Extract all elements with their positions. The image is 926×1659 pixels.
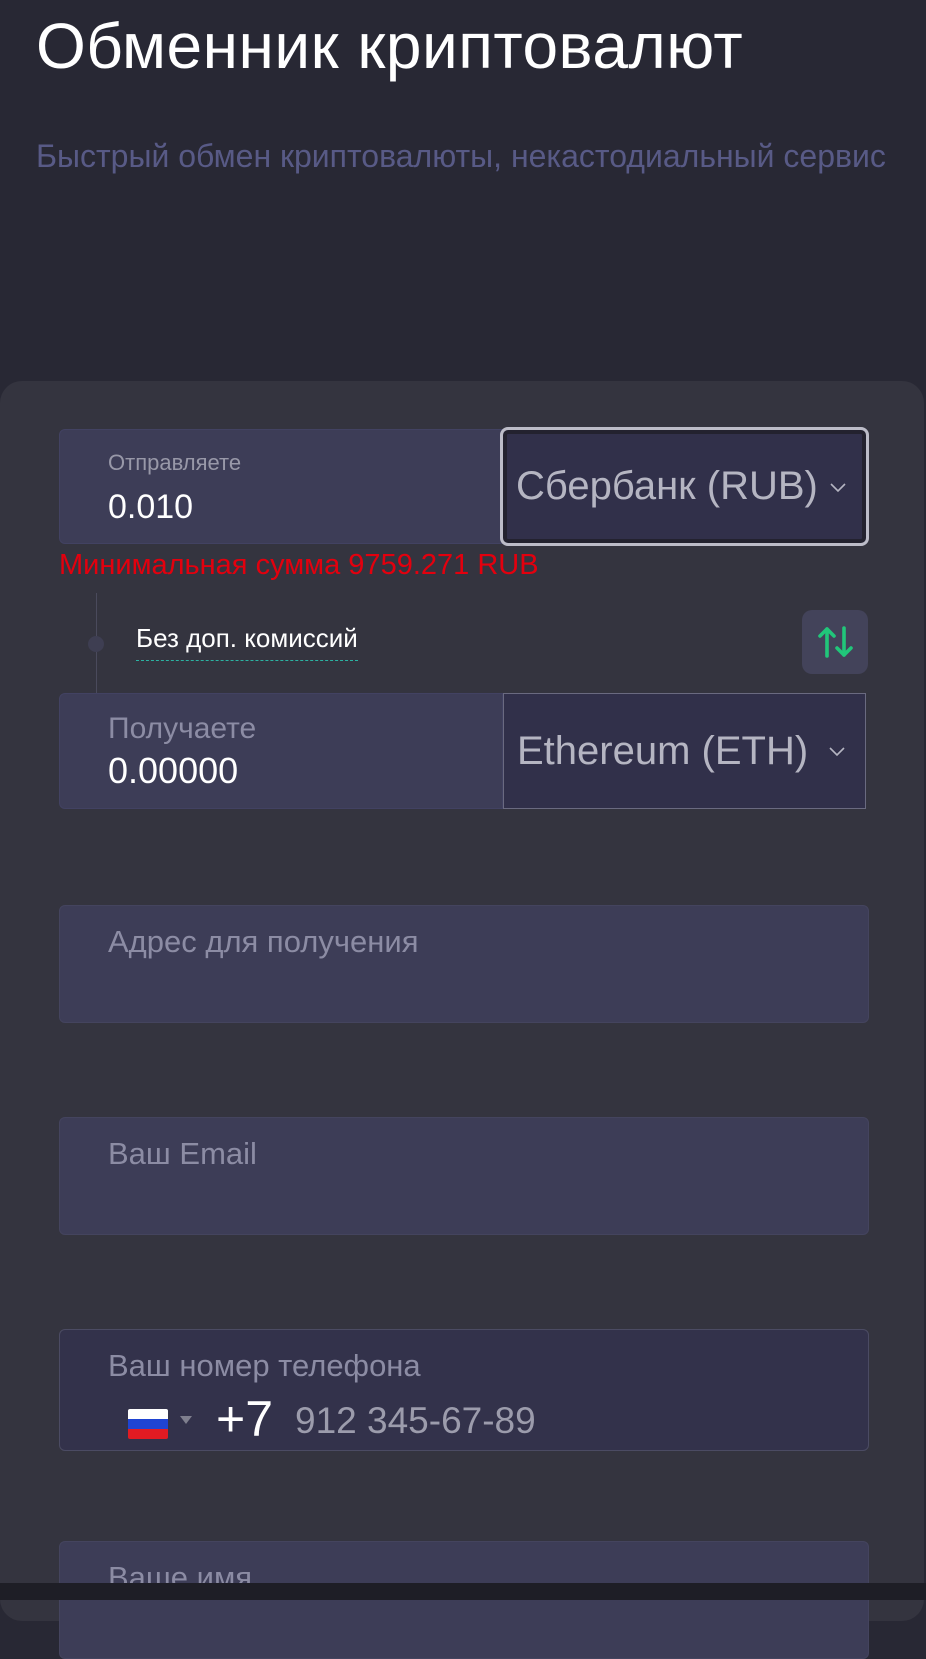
send-currency-select[interactable]: Сбербанк (RUB) <box>500 427 869 546</box>
receive-currency-select[interactable]: Ethereum (ETH) <box>503 693 866 809</box>
receive-amount-value: 0.00000 <box>108 750 239 791</box>
chevron-down-icon <box>830 482 846 492</box>
swap-arrows-icon <box>818 626 853 658</box>
phone-field[interactable]: Ваш номер телефона +7 912 345-67-89 <box>59 1329 869 1451</box>
chevron-down-icon <box>829 747 845 757</box>
page-title: Обменник криптовалют <box>36 10 744 82</box>
phone-input[interactable]: 912 345-67-89 <box>295 1400 536 1442</box>
exchange-form-card: Отправляете 0.010 Сбербанк (RUB) Минимал… <box>0 381 924 1659</box>
country-caret-icon[interactable] <box>180 1416 192 1424</box>
email-input[interactable]: Ваш Email <box>59 1117 869 1235</box>
receive-amount-label: Получаете <box>108 712 257 745</box>
receive-currency-name: Ethereum (ETH) <box>517 728 809 773</box>
send-currency-name: Сбербанк (RUB) <box>516 464 818 508</box>
min-amount-error: Минимальная сумма 9759.271 RUB <box>59 549 539 581</box>
send-amount-input[interactable]: 0.010 <box>108 488 193 527</box>
send-amount-label: Отправляете <box>108 450 242 475</box>
bottom-nav-bar <box>0 1583 926 1600</box>
receive-address-input[interactable]: Адрес для получения <box>59 905 869 1023</box>
name-input[interactable]: Ваше имя <box>59 1541 869 1659</box>
email-placeholder: Ваш Email <box>108 1136 257 1171</box>
russia-flag-icon[interactable] <box>128 1409 168 1439</box>
send-amount-field[interactable]: Отправляете 0.010 <box>59 429 505 544</box>
timeline-dot <box>88 636 104 652</box>
phone-label: Ваш номер телефона <box>108 1348 421 1383</box>
page-subtitle: Быстрый обмен криптовалюты, некастодиаль… <box>36 138 886 174</box>
swap-currencies-button[interactable] <box>802 610 868 674</box>
receive-amount-field[interactable]: Получаете 0.00000 <box>59 693 503 809</box>
receive-address-placeholder: Адрес для получения <box>108 924 419 959</box>
dial-code: +7 <box>216 1391 274 1447</box>
fee-info-link[interactable]: Без доп. комиссий <box>136 623 358 661</box>
